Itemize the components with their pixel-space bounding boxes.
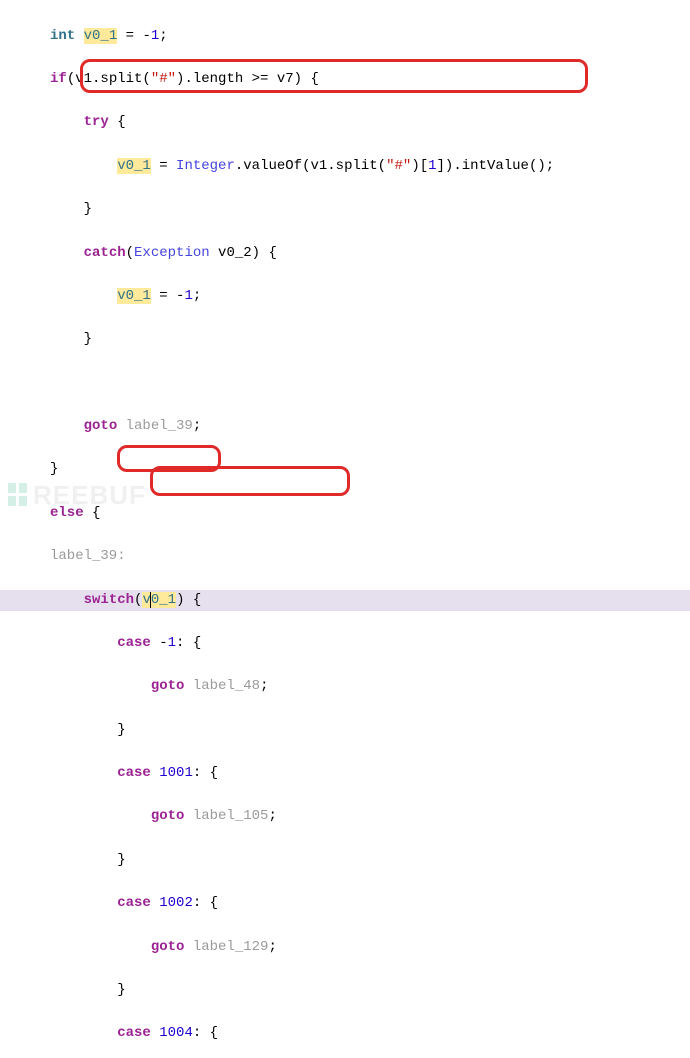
token-kw: if [50,71,67,87]
code-line: else { [0,503,690,525]
code-line: case -1: { [0,633,690,655]
token-type: int [50,28,75,44]
code-line: } [0,459,690,481]
token-str: "#" [151,71,176,87]
token: : { [193,765,218,781]
token: = - [117,28,151,44]
code-line: v0_1 = Integer.valueOf(v1.split("#")[1])… [0,156,690,178]
token [151,1025,159,1041]
token: : { [176,635,201,651]
token-rest: 0_1 [151,592,176,608]
code-line: case 1001: { [0,763,690,785]
code-line: catch(Exception v0_2) { [0,243,690,265]
code-line: try { [0,112,690,134]
token-kw: catch [84,245,126,261]
code-line: case 1004: { [0,1023,690,1045]
token: ( [126,245,134,261]
code-line: int v0_1 = -1; [0,26,690,48]
token: ; [193,418,201,434]
token: } [84,201,92,217]
token: ; [193,288,201,304]
code-line: } [0,329,690,351]
token-kw: goto [151,678,185,694]
token: ; [159,28,167,44]
token-kw: switch [84,592,134,608]
token-label: label_129 [184,939,268,955]
token-kw: goto [151,808,185,824]
code-line: } [0,720,690,742]
token-kw: try [84,114,109,130]
token: ; [260,678,268,694]
token: : { [193,1025,218,1041]
token-num: 1001 [159,765,193,781]
token-var: v0_1 [117,288,151,304]
code-line: goto label_39; [0,416,690,438]
token: ) { [176,592,201,608]
token: : { [193,895,218,911]
token: v0_2) { [210,245,277,261]
code-line: } [0,980,690,1002]
token: ).length >= v7) { [176,71,319,87]
token-num: 1 [168,635,176,651]
token-label: label_105 [184,808,268,824]
code-line: } [0,850,690,872]
code-line: } [0,199,690,221]
token-label: label_48 [184,678,260,694]
token-num: 1002 [159,895,193,911]
token-num: 1 [151,28,159,44]
token-var: v0_1 [84,28,118,44]
token-kw: case [117,895,151,911]
code-line: v0_1 = -1; [0,286,690,308]
code-line: goto label_129; [0,937,690,959]
token [75,28,83,44]
token-kw: case [117,765,151,781]
code-line: if(v1.split("#").length >= v7) { [0,69,690,91]
token: - [151,635,168,651]
token-str: "#" [386,158,411,174]
token: = [151,158,176,174]
token-kw: case [117,635,151,651]
token: } [117,852,125,868]
token-num: 1 [428,158,436,174]
token-var: v0_1 [142,592,176,608]
token: { [109,114,126,130]
token [151,895,159,911]
token-num: 1004 [159,1025,193,1041]
token-label: label_39 [117,418,193,434]
token: ]).intValue(); [437,158,555,174]
code-line: case 1002: { [0,893,690,915]
code-block: int v0_1 = -1; if(v1.split("#").length >… [0,0,690,1058]
token-kw: goto [151,939,185,955]
token-kw: case [117,1025,151,1041]
token: { [84,505,101,521]
code-line: goto label_48; [0,676,690,698]
token-class: Exception [134,245,210,261]
token: = - [151,288,185,304]
code-line-selected: switch(v0_1) { [0,590,690,612]
token: } [50,461,58,477]
token-label: label_39: [50,548,126,564]
token: .valueOf(v1.split( [235,158,386,174]
token-num: 1 [184,288,192,304]
token: ; [268,808,276,824]
code-line: label_39: [0,546,690,568]
token-kw: else [50,505,84,521]
token: ; [268,939,276,955]
token-class: Integer [176,158,235,174]
token: )[ [411,158,428,174]
token [151,765,159,781]
token: } [84,331,92,347]
code-line [0,373,690,395]
code-line: goto label_105; [0,806,690,828]
token: (v1.split( [67,71,151,87]
token: } [117,722,125,738]
token-kw: goto [84,418,118,434]
token-var: v0_1 [117,158,151,174]
token: } [117,982,125,998]
